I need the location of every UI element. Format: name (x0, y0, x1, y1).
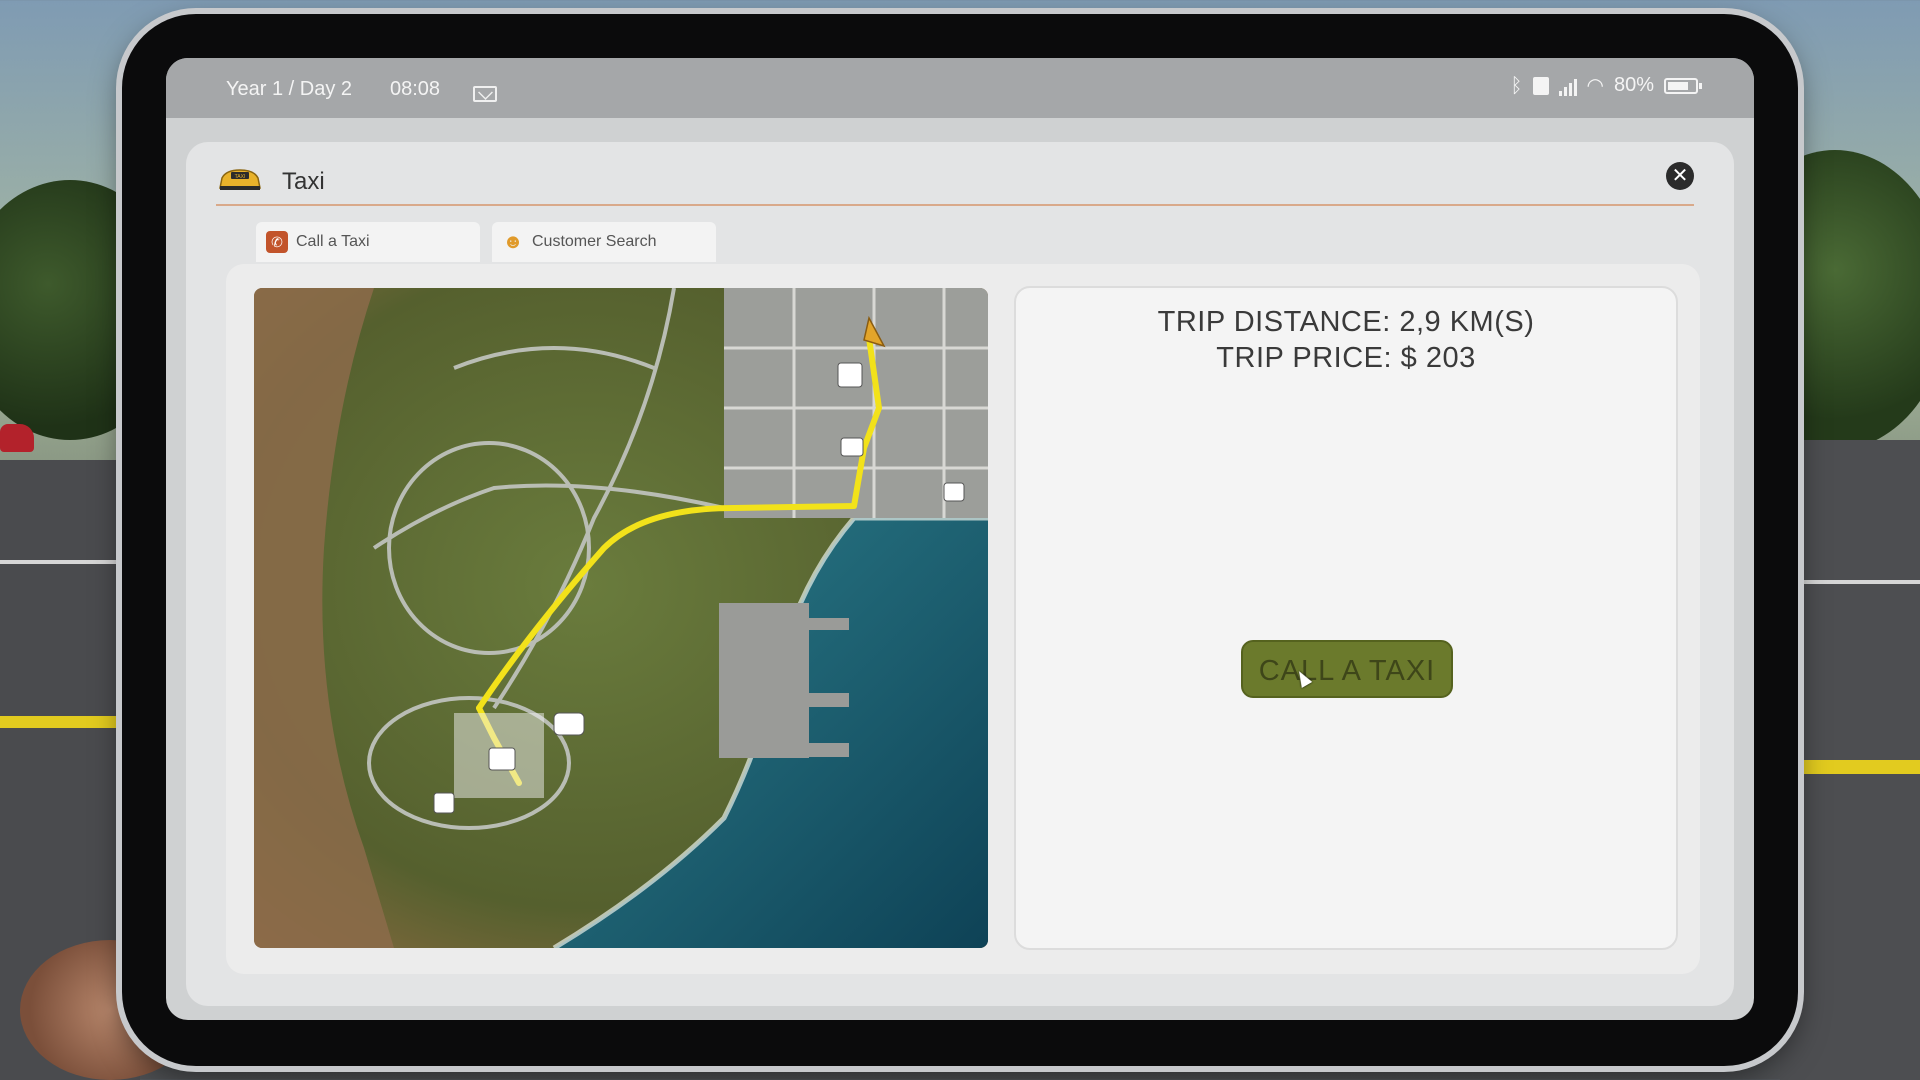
status-date: Year 1 / Day 2 (226, 78, 353, 100)
player-location-icon (488, 747, 516, 771)
road-marking (0, 560, 130, 564)
trip-info-panel: TRIP DISTANCE: 2,9 KM(S) TRIP PRICE: $ 2… (1014, 286, 1678, 950)
taxi-app-window: TAXI Taxi ✕ ✆ Call a Taxi ☻ Customer Sea… (186, 142, 1734, 1006)
map-pier (809, 743, 849, 757)
close-button[interactable]: ✕ (1666, 162, 1694, 190)
tab-customer-search[interactable]: ☻ Customer Search (492, 222, 716, 262)
status-time: 08:08 (390, 78, 441, 100)
tab-label: Customer Search (532, 233, 657, 250)
signal-icon (1558, 76, 1577, 96)
map-port (719, 603, 809, 758)
map-pier (809, 618, 849, 630)
person-icon: ☻ (502, 230, 524, 253)
tab-content: TRIP DISTANCE: 2,9 KM(S) TRIP PRICE: $ 2… (226, 264, 1700, 974)
call-taxi-button[interactable]: CALL A TAXI (1241, 640, 1453, 698)
tab-bar: ✆ Call a Taxi ☻ Customer Search (256, 222, 716, 262)
battery-icon (1664, 77, 1702, 94)
status-icons: ᛒ ◠ 80% (1510, 74, 1702, 97)
tablet-screen: Year 1 / Day 2 08:08 ᛒ ◠ 80% TAXI Taxi ✕… (166, 58, 1754, 1020)
app-title: Taxi (282, 168, 325, 195)
tablet-device: Year 1 / Day 2 08:08 ᛒ ◠ 80% TAXI Taxi ✕… (122, 14, 1798, 1066)
car (0, 424, 34, 452)
svg-text:TAXI: TAXI (235, 174, 246, 180)
poi-icon (433, 792, 455, 814)
map-pier (809, 693, 849, 707)
close-icon: ✕ (1671, 165, 1689, 187)
status-bar: Year 1 / Day 2 08:08 ᛒ ◠ 80% (166, 58, 1754, 118)
battery-fill (1668, 81, 1688, 90)
taxi-icon: TAXI (219, 169, 261, 190)
mail-icon[interactable] (473, 86, 497, 102)
road-marking (0, 716, 130, 728)
poi-icon (840, 437, 864, 457)
tab-call-a-taxi[interactable]: ✆ Call a Taxi (256, 222, 480, 262)
road-marking (1790, 580, 1920, 584)
trip-distance: TRIP DISTANCE: 2,9 KM(S) (1157, 306, 1535, 338)
poi-icon (943, 482, 965, 502)
route-map[interactable] (254, 288, 988, 948)
road-marking (1790, 760, 1920, 774)
tab-label: Call a Taxi (296, 233, 370, 250)
phone-icon: ✆ (266, 231, 288, 253)
battery-percent: 80% (1613, 74, 1654, 96)
sim-icon (1532, 76, 1549, 95)
poi-icon (553, 712, 585, 736)
poi-icon (837, 362, 863, 388)
app-header: TAXI Taxi ✕ (216, 162, 1694, 206)
trip-price: TRIP PRICE: $ 203 (1216, 342, 1476, 374)
bluetooth-icon: ᛒ (1510, 74, 1523, 97)
wifi-icon: ◠ (1586, 74, 1604, 97)
